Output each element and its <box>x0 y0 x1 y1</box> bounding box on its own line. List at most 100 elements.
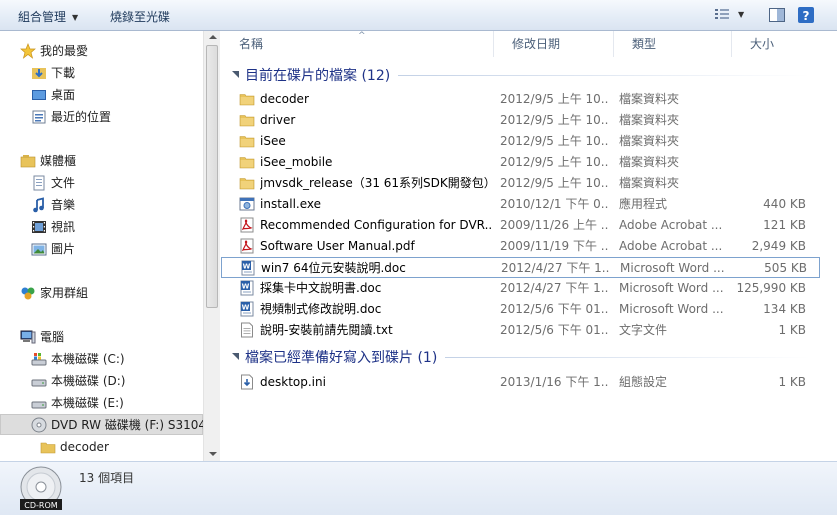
nav-drive-d[interactable]: 本機磁碟 (D:) <box>0 370 203 391</box>
command-bar: 組合管理 ▼ 燒錄至光碟 ▼ ? <box>0 0 837 31</box>
nav-folder-decoder[interactable]: decoder <box>0 436 203 457</box>
nav-label: 桌面 <box>51 88 76 102</box>
file-name: 採集卡中文說明書.doc <box>260 281 382 295</box>
star-icon <box>20 42 36 59</box>
collapse-triangle-icon[interactable] <box>231 353 239 361</box>
chevron-down-icon: ▼ <box>72 13 79 22</box>
nav-label: 本機磁碟 (D:) <box>51 374 126 388</box>
column-header: 名稱 修改日期 類型 大小 ^ <box>221 31 820 57</box>
file-row[interactable]: driver 2012/9/5 上午 10... 檔案資料夾 <box>221 110 820 131</box>
help-icon[interactable]: ? <box>797 6 815 24</box>
word-icon: W <box>239 280 255 296</box>
group-title: 檔案已經準備好寫入到碟片 (1) <box>245 350 438 366</box>
file-name: driver <box>260 113 296 127</box>
file-row[interactable]: W 採集卡中文說明書.doc 2012/4/27 下午 1... Microsoft … <box>221 278 820 299</box>
file-size: 121 KB <box>763 218 806 232</box>
file-name: desktop.ini <box>260 375 326 389</box>
nav-label: 最近的位置 <box>51 110 112 124</box>
file-date-modified: 2012/9/5 上午 10... <box>500 155 608 169</box>
nav-drive-e[interactable]: 本機磁碟 (E:) <box>0 392 203 413</box>
file-date-modified: 2012/9/5 上午 10... <box>500 92 608 106</box>
nav-favorites[interactable]: 我的最愛 <box>0 40 203 61</box>
nav-music[interactable]: 音樂 <box>0 194 203 215</box>
file-row[interactable]: Recommended Configuration for DVR... 2009… <box>221 215 820 236</box>
system-drive-icon <box>31 351 47 367</box>
nav-drive-c[interactable]: 本機磁碟 (C:) <box>0 348 203 369</box>
file-row[interactable]: Software User Manual.pdf 2009/11/19 下午 ..… <box>221 236 820 257</box>
folder-icon <box>239 91 255 107</box>
file-type: 應用程式 <box>619 197 668 211</box>
file-name: 說明-安裝前請先閱讀.txt <box>260 323 393 337</box>
scrollbar-thumb[interactable] <box>206 45 218 308</box>
file-size: 2,949 KB <box>751 239 806 253</box>
group-divider <box>445 356 810 358</box>
file-date-modified: 2012/4/27 下午 1... <box>501 261 609 275</box>
file-size <box>721 173 806 194</box>
file-type: Microsoft Word ... <box>619 302 724 316</box>
file-row[interactable]: decoder 2012/9/5 上午 10... 檔案資料夾 <box>221 89 820 110</box>
nav-label: 文件 <box>51 176 76 190</box>
file-name: jmvsdk_release（31 61系列SDK開發包） <box>260 176 492 190</box>
navigation-scrollbar[interactable] <box>203 31 220 461</box>
file-row[interactable]: jmvsdk_release（31 61系列SDK開發包） 2012/9/5 上午… <box>221 173 820 194</box>
nav-label: 媒體櫃 <box>40 154 77 168</box>
file-type: 檔案資料夾 <box>619 92 680 106</box>
file-date-modified: 2012/9/5 上午 10... <box>500 113 608 127</box>
column-size[interactable]: 大小 <box>732 31 820 57</box>
nav-label: 下載 <box>51 66 76 80</box>
group-header-ready-to-burn[interactable]: 檔案已經準備好寫入到碟片 (1) <box>221 346 820 368</box>
file-row[interactable]: Wwin7 64位元安裝說明.doc 2012/4/27 下午 1... Micro… <box>221 257 820 278</box>
nav-downloads[interactable]: 下載 <box>0 62 203 83</box>
view-options-icon[interactable] <box>714 6 732 22</box>
nav-label: 本機磁碟 (C:) <box>51 352 125 366</box>
file-date-modified: 2012/5/6 下午 01... <box>500 323 608 337</box>
nav-homegroup[interactable]: 家用群組 <box>0 282 203 303</box>
nav-pictures[interactable]: 圖片 <box>0 238 203 259</box>
view-dropdown-icon[interactable]: ▼ <box>738 10 744 19</box>
scroll-up-icon[interactable] <box>209 35 217 39</box>
preview-pane-icon[interactable] <box>768 6 786 24</box>
file-row[interactable]: iSee_mobile 2012/9/5 上午 10... 檔案資料夾 <box>221 152 820 173</box>
column-date-modified[interactable]: 修改日期 <box>494 31 614 57</box>
file-type: 檔案資料夾 <box>619 134 680 148</box>
nav-libraries[interactable]: 媒體櫃 <box>0 150 203 171</box>
file-type: Adobe Acrobat ... <box>619 218 723 232</box>
nav-label: 本機磁碟 (E:) <box>51 396 124 410</box>
file-size <box>721 131 806 152</box>
organize-label: 組合管理 <box>18 10 67 24</box>
nav-desktop[interactable]: 桌面 <box>0 84 203 105</box>
hard-drive-icon <box>31 395 47 411</box>
nav-videos[interactable]: 視訊 <box>0 216 203 237</box>
file-type: 組態設定 <box>619 375 668 389</box>
nav-recent-places[interactable]: 最近的位置 <box>0 106 203 127</box>
nav-drive-f[interactable]: DVD RW 磁碟機 (F:) S3104 <box>0 414 203 435</box>
nav-documents[interactable]: 文件 <box>0 172 203 193</box>
file-row[interactable]: W 視頻制式修改說明.doc 2012/5/6 下午 01... Microsoft … <box>221 299 820 320</box>
burn-to-disc-button[interactable]: 燒錄至光碟 <box>110 8 170 25</box>
dvd-drive-icon <box>31 417 47 433</box>
collapse-triangle-icon[interactable] <box>231 71 239 79</box>
file-type: 文字文件 <box>619 323 668 337</box>
file-size <box>721 152 806 173</box>
svg-text:W: W <box>243 263 251 271</box>
group-divider <box>398 74 810 76</box>
file-row[interactable]: desktop.ini 2013/1/16 下午 1... 組態設定 1 KB <box>221 372 820 393</box>
scroll-down-icon[interactable] <box>209 452 217 456</box>
file-name: decoder <box>260 92 309 106</box>
file-size <box>721 110 806 131</box>
file-date-modified: 2010/12/1 下午 0... <box>500 197 608 211</box>
nav-label: 音樂 <box>51 198 76 212</box>
file-row[interactable]: 說明-安裝前請先閱讀.txt 2012/5/6 下午 01... 文字文件 1 KB <box>221 320 820 341</box>
folder-icon <box>239 133 255 149</box>
nav-label: decoder <box>60 439 109 454</box>
organize-button[interactable]: 組合管理 ▼ <box>18 8 78 25</box>
nav-label: DVD RW 磁碟機 (F:) S3104 <box>51 418 203 432</box>
word-icon: W <box>239 301 255 317</box>
file-type: 檔案資料夾 <box>619 155 680 169</box>
file-row[interactable]: iSee 2012/9/5 上午 10... 檔案資料夾 <box>221 131 820 152</box>
column-type[interactable]: 類型 <box>614 31 732 57</box>
group-header-on-disc[interactable]: 目前在碟片的檔案 (12) <box>221 64 820 86</box>
nav-computer[interactable]: 電腦 <box>0 326 203 347</box>
file-row[interactable]: install.exe 2010/12/1 下午 0... 應用程式 440 KB <box>221 194 820 215</box>
recent-places-icon <box>31 109 47 125</box>
